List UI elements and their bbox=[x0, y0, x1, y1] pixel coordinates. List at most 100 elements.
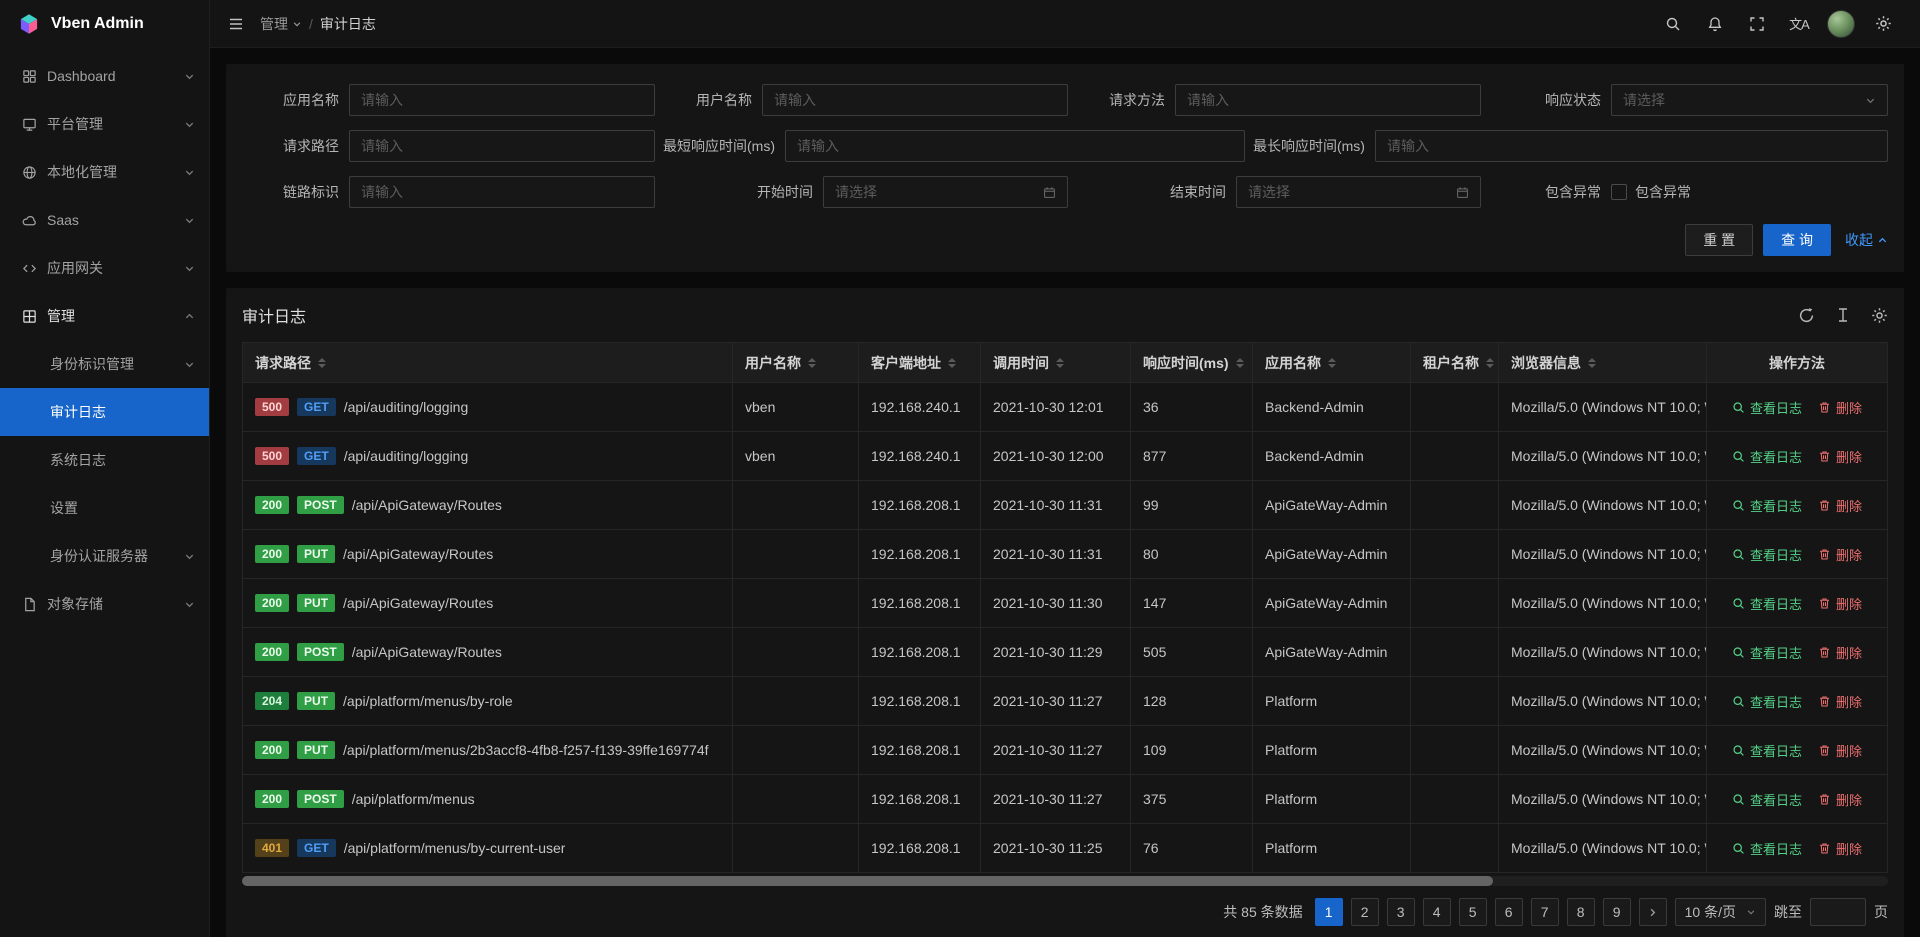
query-button[interactable]: 查 询 bbox=[1763, 224, 1831, 256]
client-address-cell: 192.168.208.1 bbox=[859, 824, 981, 872]
client-address-cell: 192.168.208.1 bbox=[859, 530, 981, 578]
sort-icon[interactable] bbox=[318, 358, 326, 368]
request-path-input[interactable] bbox=[349, 130, 655, 162]
sort-icon[interactable] bbox=[1056, 358, 1064, 368]
page-button[interactable]: 6 bbox=[1495, 898, 1523, 926]
sort-icon[interactable] bbox=[1328, 358, 1336, 368]
reset-button[interactable]: 重 置 bbox=[1685, 224, 1753, 256]
gear-icon[interactable] bbox=[1864, 0, 1902, 48]
page-button[interactable]: 3 bbox=[1387, 898, 1415, 926]
page-button[interactable]: 2 bbox=[1351, 898, 1379, 926]
delete-button[interactable]: 删除 bbox=[1818, 545, 1862, 564]
page-content: 应用名称 用户名称 请求方法 响应状态 请选择 bbox=[210, 48, 1920, 937]
sidebar-item-management[interactable]: 管理 bbox=[0, 292, 209, 340]
jump-page-input[interactable] bbox=[1810, 898, 1866, 926]
page-button[interactable]: 9 bbox=[1603, 898, 1631, 926]
sidebar-collapse-icon[interactable] bbox=[228, 16, 244, 32]
table-body: 500 GET /api/auditing/logging vben 192.1… bbox=[243, 383, 1887, 873]
app-name-input[interactable] bbox=[349, 84, 655, 116]
app-logo[interactable]: Vben Admin bbox=[0, 0, 209, 48]
user-name-cell bbox=[733, 530, 859, 578]
sidebar-item-object-storage[interactable]: 对象存储 bbox=[0, 580, 209, 628]
sort-icon[interactable] bbox=[808, 358, 816, 368]
sidebar-item-settings[interactable]: 设置 bbox=[0, 484, 209, 532]
column-header[interactable]: 租户名称 bbox=[1411, 343, 1499, 383]
translate-icon[interactable]: 文A bbox=[1780, 0, 1818, 48]
breadcrumb-section[interactable]: 管理 bbox=[260, 14, 302, 34]
response-status-select[interactable]: 请选择 bbox=[1611, 84, 1888, 116]
user-name-input[interactable] bbox=[762, 84, 1068, 116]
exception-checkbox[interactable] bbox=[1611, 184, 1627, 200]
status-badge: 200 bbox=[255, 594, 289, 612]
cloud-icon bbox=[22, 213, 37, 228]
page-button[interactable]: 1 bbox=[1315, 898, 1343, 926]
delete-button[interactable]: 删除 bbox=[1818, 692, 1862, 711]
app-name-cell: ApiGateWay-Admin bbox=[1253, 579, 1411, 627]
view-log-button[interactable]: 查看日志 bbox=[1732, 545, 1802, 564]
column-header[interactable]: 操作方法 bbox=[1707, 343, 1887, 383]
column-header[interactable]: 用户名称 bbox=[733, 343, 859, 383]
sidebar-item-audit-log[interactable]: 审计日志 bbox=[0, 388, 209, 436]
column-header[interactable]: 浏览器信息 bbox=[1499, 343, 1707, 383]
max-response-time-input[interactable] bbox=[1375, 130, 1888, 162]
view-log-button[interactable]: 查看日志 bbox=[1732, 496, 1802, 515]
view-log-button[interactable]: 查看日志 bbox=[1732, 692, 1802, 711]
delete-button[interactable]: 删除 bbox=[1818, 643, 1862, 662]
sort-icon[interactable] bbox=[1486, 358, 1494, 368]
sidebar-item-dashboard[interactable]: Dashboard bbox=[0, 52, 209, 100]
sidebar-item-system-log[interactable]: 系统日志 bbox=[0, 436, 209, 484]
avatar[interactable] bbox=[1822, 0, 1860, 48]
delete-button[interactable]: 删除 bbox=[1818, 839, 1862, 858]
trace-id-input[interactable] bbox=[349, 176, 655, 208]
view-log-button[interactable]: 查看日志 bbox=[1732, 447, 1802, 466]
view-log-button[interactable]: 查看日志 bbox=[1732, 741, 1802, 760]
sidebar-item-identity[interactable]: 身份标识管理 bbox=[0, 340, 209, 388]
delete-button[interactable]: 删除 bbox=[1818, 741, 1862, 760]
page-button[interactable]: 7 bbox=[1531, 898, 1559, 926]
sort-icon[interactable] bbox=[948, 358, 956, 368]
min-response-time-input[interactable] bbox=[785, 130, 1245, 162]
status-badge: 500 bbox=[255, 447, 289, 465]
fullscreen-icon[interactable] bbox=[1738, 0, 1776, 48]
end-time-datepicker[interactable]: 请选择 bbox=[1236, 176, 1481, 208]
sidebar-item-gateway[interactable]: 应用网关 bbox=[0, 244, 209, 292]
delete-button[interactable]: 删除 bbox=[1818, 594, 1862, 613]
refresh-icon[interactable] bbox=[1798, 307, 1815, 324]
delete-button[interactable]: 删除 bbox=[1818, 447, 1862, 466]
column-header[interactable]: 响应时间(ms) bbox=[1131, 343, 1253, 383]
sort-icon[interactable] bbox=[1236, 358, 1244, 368]
collapse-link[interactable]: 收起 bbox=[1845, 230, 1888, 250]
column-header[interactable]: 客户端地址 bbox=[859, 343, 981, 383]
page-button[interactable]: 4 bbox=[1423, 898, 1451, 926]
view-log-button[interactable]: 查看日志 bbox=[1732, 790, 1802, 809]
column-settings-gear-icon[interactable] bbox=[1871, 307, 1888, 324]
view-log-button[interactable]: 查看日志 bbox=[1732, 643, 1802, 662]
sort-icon[interactable] bbox=[1588, 358, 1596, 368]
sidebar-item-auth-server[interactable]: 身份认证服务器 bbox=[0, 532, 209, 580]
column-header[interactable]: 应用名称 bbox=[1253, 343, 1411, 383]
page-size-select[interactable]: 10 条/页 bbox=[1675, 898, 1766, 926]
page-button[interactable]: 5 bbox=[1459, 898, 1487, 926]
start-time-datepicker[interactable]: 请选择 bbox=[823, 176, 1068, 208]
column-header[interactable]: 请求路径 bbox=[243, 343, 733, 383]
response-time-cell: 80 bbox=[1131, 530, 1253, 578]
column-header[interactable]: 调用时间 bbox=[981, 343, 1131, 383]
request-path-cell: /api/ApiGateway/Routes bbox=[343, 546, 493, 562]
sidebar-item-localization[interactable]: 本地化管理 bbox=[0, 148, 209, 196]
scrollbar-thumb[interactable] bbox=[242, 876, 1493, 886]
notification-bell-icon[interactable] bbox=[1696, 0, 1734, 48]
view-log-button[interactable]: 查看日志 bbox=[1732, 398, 1802, 417]
view-log-button[interactable]: 查看日志 bbox=[1732, 839, 1802, 858]
row-height-icon[interactable] bbox=[1835, 307, 1851, 323]
search-icon[interactable] bbox=[1654, 0, 1692, 48]
page-button[interactable]: 8 bbox=[1567, 898, 1595, 926]
delete-button[interactable]: 删除 bbox=[1818, 790, 1862, 809]
sidebar-item-platform[interactable]: 平台管理 bbox=[0, 100, 209, 148]
topbar: 管理 / 审计日志 文A bbox=[210, 0, 1920, 48]
next-page-button[interactable] bbox=[1639, 898, 1667, 926]
sidebar-item-saas[interactable]: Saas bbox=[0, 196, 209, 244]
request-method-input[interactable] bbox=[1175, 84, 1481, 116]
view-log-button[interactable]: 查看日志 bbox=[1732, 594, 1802, 613]
delete-button[interactable]: 删除 bbox=[1818, 398, 1862, 417]
delete-button[interactable]: 删除 bbox=[1818, 496, 1862, 515]
